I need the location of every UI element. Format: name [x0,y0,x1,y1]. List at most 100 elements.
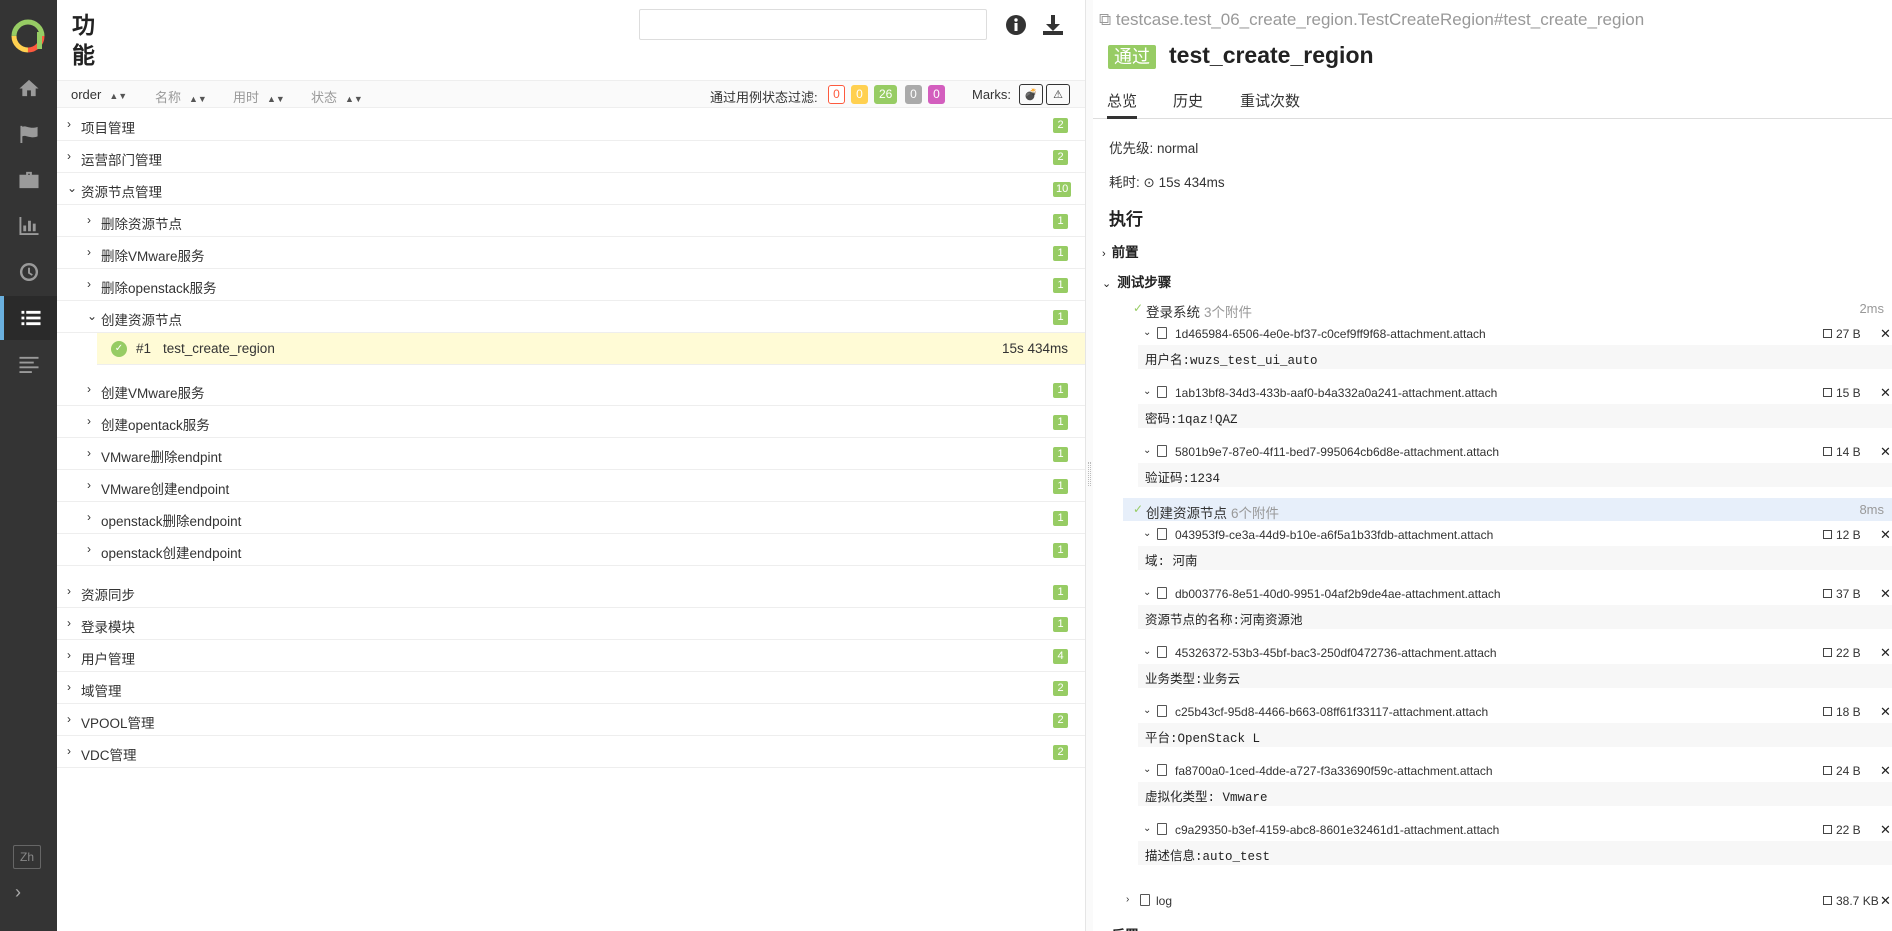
expand-attachment-icon[interactable]: ✕ [1880,326,1891,342]
file-icon [1157,327,1167,339]
test-step[interactable]: ✓ 登录系统 3个附件 2ms [1123,297,1892,320]
attachment-content: 域: 河南 [1138,546,1892,570]
tree-group[interactable]: › 用户管理 4 [57,640,1085,672]
attachment-content: 虚拟化类型: Vmware [1138,782,1892,806]
pane-splitter[interactable] [1085,0,1093,931]
chevron-down-icon: ⌄ [87,309,98,323]
attachment-row[interactable]: ⌄ 1ab13bf8-34d3-433b-aaf0-b4a332a0a241-at… [1143,382,1892,404]
tabs: 总览 历史 重试次数 [1093,86,1892,119]
setup-section[interactable]: › 前置 [1102,241,1139,261]
sort-order[interactable]: order ▲▼ [71,87,127,102]
tree-group[interactable]: › 域管理 2 [57,672,1085,704]
tree-subgroup[interactable]: › VMware删除endpint 1 [57,438,1085,470]
tab-overview[interactable]: 总览 [1107,90,1138,119]
info-icon[interactable] [1005,14,1027,36]
tree-subgroup[interactable]: › 创建opentack服务 1 [57,406,1085,438]
tree-subgroup[interactable]: ⌄ 创建资源节点 1 [57,301,1085,333]
flaky-mark-icon[interactable]: 💣 [1019,84,1043,105]
attachment-row[interactable]: ⌄ 043953f9-ce3a-44d9-b10e-a6f5a1b33fdb-at… [1143,524,1892,546]
attachment-row[interactable]: ⌄ fa8700a0-1ced-4dde-a727-f3a33690f59c-at… [1143,760,1892,782]
home-icon[interactable] [0,66,57,110]
expand-attachment-icon[interactable]: ✕ [1880,704,1891,720]
filter-unknown[interactable]: 0 [928,85,945,104]
chevron-right-icon: › [87,245,91,259]
search-input[interactable] [639,9,987,40]
tree-label: 登录模块 [81,620,135,635]
expand-attachment-icon[interactable]: ✕ [1880,385,1891,401]
status-filter-label: 通过用例状态过滤: [710,90,818,105]
attachment-row[interactable]: ⌄ c25b43cf-95d8-4466-b663-08ff61f33117-at… [1143,701,1892,723]
chart-icon[interactable] [0,204,57,248]
expand-attachment-icon[interactable]: ✕ [1880,586,1891,602]
file-icon [1157,528,1167,540]
filter-failed[interactable]: 0 [828,85,845,104]
attachment-row[interactable]: ⌄ db003776-8e51-40d0-9951-04af2b9de4ae-at… [1143,583,1892,605]
lines-icon[interactable] [0,342,57,386]
chevron-right-icon: › [87,414,91,428]
log-attachment[interactable]: › log 38.7 KB ✕ [1126,890,1891,912]
test-case-row[interactable]: ✓ #1 test_create_region 15s 434ms [97,333,1085,365]
allure-logo-icon[interactable] [10,18,46,54]
count-badge: 2 [1053,745,1068,760]
tree-group[interactable]: › VDC管理 2 [57,736,1085,768]
attachment-row[interactable]: ⌄ 45326372-53b3-45bf-bac3-250df0472736-at… [1143,642,1892,664]
clock-icon[interactable] [0,250,57,294]
file-icon [1157,587,1167,599]
count-badge: 1 [1053,383,1068,398]
filter-broken[interactable]: 0 [851,85,868,104]
tree-group[interactable]: › 资源同步 1 [57,576,1085,608]
tree-subgroup[interactable]: › 删除VMware服务 1 [57,237,1085,269]
tree-label: 项目管理 [81,121,135,136]
sort-duration[interactable]: 用时 ▲▼ [233,87,285,106]
sort-status[interactable]: 状态 ▲▼ [311,87,363,106]
tree-label: 创建资源节点 [101,313,182,328]
count-badge: 2 [1053,150,1068,165]
attachment-content: 平台:OpenStack L [1138,723,1892,747]
filter-skipped[interactable]: 0 [905,85,922,104]
expand-attachment-icon[interactable]: ✕ [1880,645,1891,661]
test-step[interactable]: ✓ 创建资源节点 6个附件 8ms [1123,498,1892,521]
tree-group[interactable]: › 登录模块 1 [57,608,1085,640]
expand-attachment-icon[interactable]: ✕ [1880,822,1891,838]
tree-subgroup[interactable]: › openstack创建endpoint 1 [57,534,1085,566]
expand-attachment-icon[interactable]: ✕ [1880,763,1891,779]
tab-retries[interactable]: 重试次数 [1240,90,1300,119]
tree-group[interactable]: › 项目管理 2 [57,109,1085,141]
flag-icon[interactable] [0,112,57,156]
tab-history[interactable]: 历史 [1173,90,1203,119]
warning-mark-icon[interactable]: ⚠ [1046,84,1070,105]
expand-attachment-icon[interactable]: ✕ [1880,527,1891,543]
attachment-row[interactable]: ⌄ 5801b9e7-87e0-4f11-bed7-995064cb6d8e-at… [1143,441,1892,463]
chevron-down-icon: ⌄ [1143,587,1152,598]
attachment-row[interactable]: ⌄ 1d465984-6506-4e0e-bf37-c0cef9ff9f68-at… [1143,323,1892,345]
copy-icon[interactable]: ⧉ [1099,10,1116,29]
language-switch[interactable]: Zh [13,845,41,869]
tree-subgroup[interactable]: › 创建VMware服务 1 [57,374,1085,406]
tree-subgroup[interactable]: › VMware创建endpoint 1 [57,470,1085,502]
list-icon[interactable] [0,296,57,340]
attachment-content: 验证码:1234 [1138,463,1892,487]
tree-subgroup[interactable]: › 删除资源节点 1 [57,205,1085,237]
case-duration: 15s 434ms [1002,341,1069,356]
tree-subgroup[interactable]: › openstack删除endpoint 1 [57,502,1085,534]
attachment-row[interactable]: ⌄ c9a29350-b3ef-4159-abc8-8601e32461d1-at… [1143,819,1892,841]
briefcase-icon[interactable] [0,158,57,202]
teardown-section[interactable]: ›后置 [1102,924,1139,931]
tree-group[interactable]: › VPOOL管理 2 [57,704,1085,736]
chevron-right-icon: › [87,542,91,556]
expand-attachment-icon[interactable]: ✕ [1880,444,1891,460]
passed-check-icon: ✓ [111,341,127,357]
file-icon [1157,705,1167,717]
download-icon[interactable] [1042,14,1064,36]
sort-name[interactable]: 名称 ▲▼ [155,87,207,106]
expand-attachment-icon[interactable]: ✕ [1880,893,1891,909]
chevron-right-icon: › [67,712,71,726]
tree-subgroup[interactable]: › 删除openstack服务 1 [57,269,1085,301]
filter-passed[interactable]: 26 [874,85,898,104]
chevron-right-icon: › [67,744,71,758]
tree-group[interactable]: › 运营部门管理 2 [57,141,1085,173]
steps-section[interactable]: ⌄ 测试步骤 [1102,271,1171,291]
expand-sidebar-icon[interactable]: › [15,882,21,903]
tree-label: 创建opentack服务 [101,418,210,433]
tree-group[interactable]: ⌄ 资源节点管理 10 [57,173,1085,205]
